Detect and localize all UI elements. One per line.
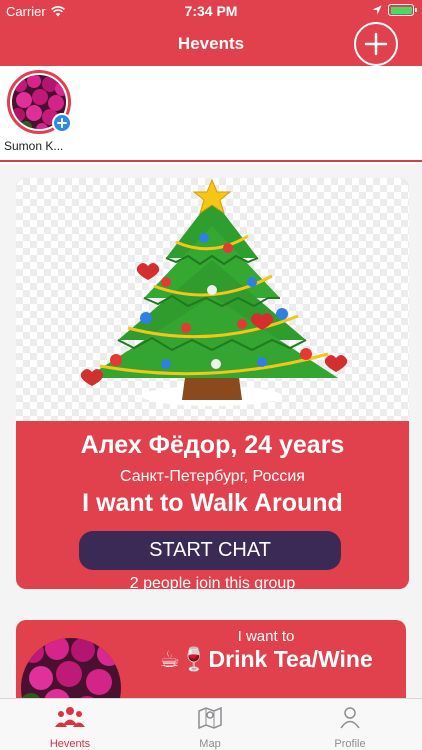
add-event-button[interactable] xyxy=(354,22,398,66)
event-card[interactable]: I want to ☕🍷Drink Tea/Wine xyxy=(16,620,406,698)
status-time: 7:34 PM xyxy=(184,3,238,19)
start-chat-button[interactable]: START CHAT xyxy=(79,531,341,570)
people-icon xyxy=(55,707,85,727)
stories-row: Sumon K... xyxy=(0,66,422,162)
event-intro: I want to xyxy=(237,628,295,645)
person-icon xyxy=(340,707,360,729)
nav-bar: Hevents xyxy=(0,22,422,66)
event-activity: ☕🍷Drink Tea/Wine xyxy=(126,646,406,673)
status-right xyxy=(372,4,417,16)
tab-bar: Hevents Map Profile xyxy=(0,698,422,750)
plus-icon xyxy=(57,118,67,128)
battery-full-icon xyxy=(388,4,417,16)
event-avatar xyxy=(21,638,121,698)
status-bar: Carrier 7:34 PM xyxy=(0,0,422,22)
tab-label: Map xyxy=(199,738,221,750)
tab-label: Profile xyxy=(334,738,366,750)
plus-circle-icon xyxy=(364,32,388,56)
tea-wine-icon: ☕🍷 xyxy=(159,646,209,672)
tab-profile[interactable]: Profile xyxy=(300,705,400,750)
story-item[interactable]: Sumon K... xyxy=(4,70,76,153)
event-image xyxy=(16,178,409,421)
story-add-button[interactable] xyxy=(52,113,72,133)
join-count: 2 people join this group xyxy=(129,575,296,589)
map-pin-icon xyxy=(198,706,222,730)
story-avatar[interactable] xyxy=(7,70,72,134)
story-name: Sumon K... xyxy=(4,139,64,153)
christmas-tree-image xyxy=(80,178,348,406)
event-card[interactable]: Алех Фёдор, 24 years Санкт-Петербург, Ро… xyxy=(16,178,409,589)
event-location: Санкт-Петербург, Россия xyxy=(120,468,305,485)
events-feed[interactable]: Алех Фёдор, 24 years Санкт-Петербург, Ро… xyxy=(0,164,422,698)
event-activity: I want to Walk Around xyxy=(82,489,343,517)
activity-label: Drink Tea/Wine xyxy=(208,646,373,672)
tab-map[interactable]: Map xyxy=(160,705,260,750)
tab-label: Hevents xyxy=(49,738,91,750)
tab-hevents[interactable]: Hevents xyxy=(20,705,120,750)
event-user-name: Алех Фёдор, 24 years xyxy=(80,431,345,459)
location-arrow-icon xyxy=(372,5,382,15)
